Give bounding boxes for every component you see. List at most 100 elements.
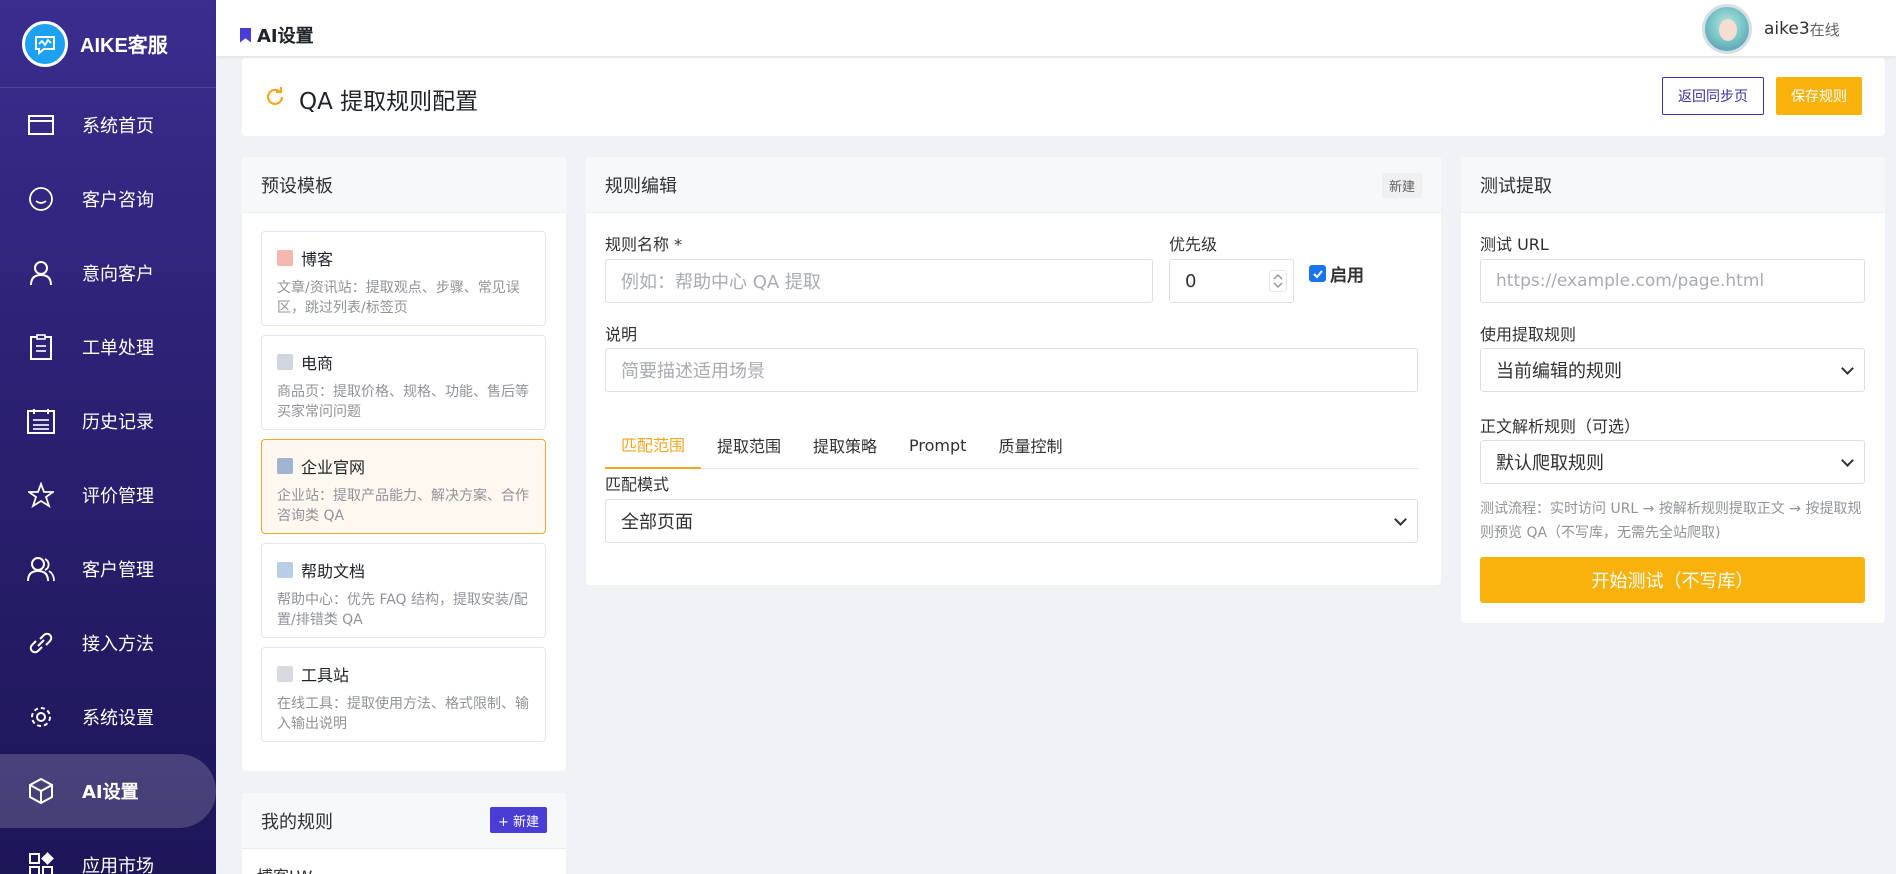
description-label: 说明 <box>605 325 638 344</box>
sidebar-item-label: 工单处理 <box>82 338 154 359</box>
sidebar-item-tickets[interactable]: 工单处理 <box>0 310 216 384</box>
browser-window-icon <box>26 110 56 140</box>
extract-rule-select[interactable]: 当前编辑的规则 <box>1480 348 1865 392</box>
user-name: aike3 <box>1764 19 1810 39</box>
rule-editor-panel: 规则编辑 新建 规则名称 * 例如：帮助中心 QA 提取 优先级 0 启用 说明… <box>586 157 1441 585</box>
start-test-button[interactable]: 开始测试（不写库） <box>1480 557 1865 603</box>
sidebar-item-label: 客户咨询 <box>82 190 154 211</box>
chat-bubble-icon <box>26 184 56 214</box>
sidebar-item-ai-settings[interactable]: AI设置 <box>0 754 216 828</box>
sidebar-item-history[interactable]: 历史记录 <box>0 384 216 458</box>
brand: AIKE客服 <box>0 0 216 88</box>
parse-rule-value: 默认爬取规则 <box>1496 453 1604 474</box>
template-title: 企业官网 <box>301 458 366 477</box>
shopping-cart-icon <box>277 354 293 370</box>
app-name: AIKE客服 <box>80 35 168 57</box>
template-card-enterprise[interactable]: 企业官网 企业站：提取产品能力、解决方案、合作咨询类 QA <box>261 439 546 534</box>
test-url-label: 测试 URL <box>1480 235 1549 254</box>
panel-header: 规则编辑 新建 <box>586 157 1441 213</box>
sidebar-item-label: 应用市场 <box>82 856 154 874</box>
cube-icon <box>26 776 56 806</box>
parse-rule-select[interactable]: 默认爬取规则 <box>1480 440 1865 484</box>
clipboard-icon <box>26 332 56 362</box>
priority-value: 0 <box>1185 270 1197 292</box>
sidebar-item-label: 系统设置 <box>82 708 154 729</box>
template-title: 电商 <box>301 354 334 373</box>
sidebar-item-label: 接入方法 <box>82 634 154 655</box>
people-icon <box>26 554 56 584</box>
sidebar-item-app-market[interactable]: 应用市场 <box>0 828 216 874</box>
panel-title: 规则编辑 <box>605 175 677 197</box>
test-extract-panel: 测试提取 测试 URL https://example.com/page.htm… <box>1461 157 1885 623</box>
office-building-icon <box>277 458 293 474</box>
save-rule-button[interactable]: 保存规则 <box>1776 77 1862 115</box>
template-card-help-docs[interactable]: 帮助文档 帮助中心：优先 FAQ 结构，提取安装/配置/排错类 QA <box>261 543 546 638</box>
sidebar-item-settings[interactable]: 系统设置 <box>0 680 216 754</box>
page-breadcrumb: AI设置 <box>240 22 314 48</box>
new-rule-button[interactable]: + 新建 <box>489 807 547 833</box>
match-mode-select[interactable]: 全部页面 <box>605 499 1418 543</box>
template-card-tools[interactable]: 工具站 在线工具：提取使用方法、格式限制、输入输出说明 <box>261 647 546 742</box>
sidebar-item-reviews[interactable]: 评价管理 <box>0 458 216 532</box>
sidebar-item-label: 历史记录 <box>82 412 154 433</box>
rule-name-label: 规则名称 * <box>605 235 683 254</box>
priority-label: 优先级 <box>1169 235 1218 254</box>
panel-title: 测试提取 <box>1461 157 1885 213</box>
sidebar-item-home[interactable]: 系统首页 <box>0 88 216 162</box>
user-menu[interactable]: aike3 在线 <box>1702 4 1840 54</box>
enable-checkbox[interactable]: 启用 <box>1309 261 1364 286</box>
avatar[interactable] <box>1702 4 1752 54</box>
open-book-icon <box>277 562 293 578</box>
calendar-list-icon <box>26 406 56 436</box>
rule-list-item[interactable]: 博客LW <box>257 863 312 874</box>
sidebar-item-label: AI设置 <box>82 782 139 803</box>
sidebar-item-consult[interactable]: 客户咨询 <box>0 162 216 236</box>
refresh-icon[interactable] <box>264 86 286 112</box>
priority-input[interactable]: 0 <box>1169 259 1294 303</box>
sidebar-item-label: 系统首页 <box>82 116 154 137</box>
extract-rule-value: 当前编辑的规则 <box>1496 361 1622 382</box>
chevron-down-icon <box>1841 454 1854 467</box>
template-card-blog[interactable]: 博客 文章/资讯站：提取观点、步骤、常见误区，跳过列表/标签页 <box>261 231 546 326</box>
sidebar-item-label: 评价管理 <box>82 486 154 507</box>
breadcrumb-label: AI设置 <box>257 26 314 47</box>
app-grid-icon <box>26 850 56 874</box>
chevron-down-icon <box>1394 513 1407 526</box>
back-to-sync-button[interactable]: 返回同步页 <box>1662 77 1764 115</box>
template-desc: 文章/资讯站：提取观点、步骤、常见误区，跳过列表/标签页 <box>277 280 520 316</box>
user-status: 在线 <box>1809 20 1840 39</box>
rule-name-input[interactable]: 例如：帮助中心 QA 提取 <box>605 259 1153 303</box>
tab-prompt[interactable]: Prompt <box>893 421 982 469</box>
template-desc: 商品页：提取价格、规格、功能、售后等买家常问问题 <box>277 384 529 420</box>
preset-templates-panel: 预设模板 博客 文章/资讯站：提取观点、步骤、常见误区，跳过列表/标签页 电商 … <box>242 157 566 771</box>
tab-extract-scope[interactable]: 提取范围 <box>701 421 797 469</box>
stepper-icon[interactable] <box>1269 270 1287 292</box>
template-card-ecommerce[interactable]: 电商 商品页：提取价格、规格、功能、售后等买家常问问题 <box>261 335 546 430</box>
sidebar-item-leads[interactable]: 意向客户 <box>0 236 216 310</box>
star-icon <box>26 480 56 510</box>
extract-rule-label: 使用提取规则 <box>1480 325 1577 344</box>
tab-quality-control[interactable]: 质量控制 <box>982 421 1078 469</box>
panel-title: 我的规则 <box>261 811 333 833</box>
sidebar-item-customers[interactable]: 客户管理 <box>0 532 216 606</box>
template-title: 博客 <box>301 250 334 269</box>
sidebar-item-integration[interactable]: 接入方法 <box>0 606 216 680</box>
enable-label: 启用 <box>1330 266 1364 286</box>
template-desc: 企业站：提取产品能力、解决方案、合作咨询类 QA <box>277 488 529 524</box>
sidebar-nav: 系统首页 客户咨询 意向客户 工单处理 历史记录 评价管理 客户管理 接入方法 <box>0 88 216 874</box>
panel-title: 预设模板 <box>242 157 566 213</box>
template-title: 工具站 <box>301 666 350 685</box>
template-title: 帮助文档 <box>301 562 366 581</box>
tab-extract-strategy[interactable]: 提取策略 <box>797 421 893 469</box>
topbar: AI设置 aike3 在线 <box>216 0 1896 56</box>
link-icon <box>26 628 56 658</box>
description-input[interactable]: 简要描述适用场景 <box>605 348 1418 392</box>
tab-match-scope[interactable]: 匹配范围 <box>605 421 702 469</box>
match-mode-value: 全部页面 <box>621 512 693 533</box>
match-mode-label: 匹配模式 <box>605 475 670 494</box>
panel-header: 我的规则 + 新建 <box>242 793 566 849</box>
page-header: QA 提取规则配置 返回同步页 保存规则 <box>242 58 1885 136</box>
test-url-input[interactable]: https://example.com/page.html <box>1480 259 1865 303</box>
my-rules-panel: 我的规则 + 新建 博客LW <box>242 793 566 874</box>
page-title: QA 提取规则配置 <box>299 89 479 115</box>
